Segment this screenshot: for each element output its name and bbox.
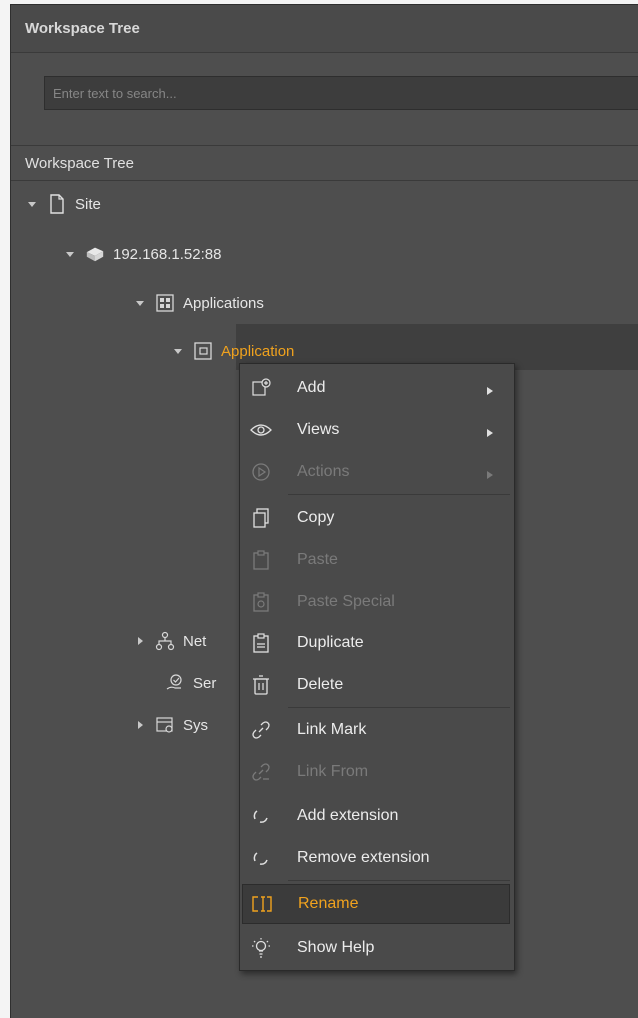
- submenu-arrow-icon: [486, 425, 494, 443]
- menu-item-duplicate[interactable]: Duplicate: [240, 623, 514, 663]
- services-icon: [165, 673, 185, 693]
- extension-icon: [250, 847, 272, 869]
- menu-item-label: Views: [297, 421, 340, 438]
- menu-item-link-mark[interactable]: Link Mark: [240, 710, 514, 750]
- link-from-icon: [250, 761, 272, 783]
- tree-item-label: Site: [75, 195, 101, 213]
- menu-item-paste: Paste: [240, 540, 514, 580]
- copy-icon: [250, 507, 272, 529]
- menu-item-copy[interactable]: Copy: [240, 498, 514, 538]
- menu-item-label: Add: [297, 379, 326, 396]
- tree-item-system[interactable]: Sys: [135, 706, 208, 744]
- search-input[interactable]: [44, 76, 638, 110]
- menu-item-label: Show Help: [297, 939, 375, 956]
- tree-item-label: Ser: [193, 674, 217, 692]
- menu-item-label: Link From: [297, 763, 369, 780]
- network-icon: [155, 631, 175, 651]
- menu-item-show-help[interactable]: Show Help: [240, 928, 514, 968]
- workspace-tree-panel: Workspace Tree Workspace Tree Site 192.1…: [10, 4, 638, 1018]
- tree-item-label: Application: [221, 342, 295, 360]
- tree-item-label: 192.168.1.52:88: [113, 245, 222, 263]
- system-icon: [155, 715, 175, 735]
- trash-icon: [250, 674, 272, 696]
- menu-separator: [288, 707, 510, 708]
- menu-item-paste-special: Paste Special: [240, 582, 514, 622]
- play-icon: [250, 461, 272, 483]
- tree-item-site[interactable]: Site: [27, 185, 101, 223]
- expanded-caret-icon[interactable]: [27, 199, 37, 209]
- menu-item-label: Duplicate: [297, 634, 364, 651]
- menu-item-link-from: Link From: [240, 752, 514, 792]
- panel-title: Workspace Tree: [25, 20, 140, 37]
- expanded-caret-icon[interactable]: [173, 346, 183, 356]
- eye-icon: [250, 419, 272, 441]
- menu-item-label: Paste: [297, 551, 338, 568]
- application-icon: [193, 341, 213, 361]
- collapsed-caret-icon[interactable]: [135, 636, 145, 646]
- menu-item-label: Copy: [297, 509, 335, 526]
- menu-item-label: Delete: [297, 676, 344, 693]
- tree-item-device[interactable]: 192.168.1.52:88: [65, 235, 221, 273]
- link-icon: [250, 719, 272, 741]
- server-icon: [85, 244, 105, 264]
- menu-item-delete[interactable]: Delete: [240, 665, 514, 705]
- menu-item-remove-extension[interactable]: Remove extension: [240, 838, 514, 878]
- page-icon: [47, 194, 67, 214]
- tree-column-header: Workspace Tree: [11, 145, 638, 181]
- tree-header-label: Workspace Tree: [25, 155, 134, 172]
- duplicate-icon: [250, 632, 272, 654]
- applications-icon: [155, 293, 175, 313]
- menu-item-views[interactable]: Views: [240, 410, 514, 450]
- tree-item-label: Sys: [183, 716, 209, 734]
- tree-item-label: Applications: [183, 294, 264, 312]
- rename-icon: [251, 893, 273, 915]
- menu-item-rename[interactable]: Rename: [242, 884, 510, 924]
- tree-item-applications[interactable]: Applications: [135, 284, 264, 322]
- panel-header: Workspace Tree: [11, 5, 638, 53]
- submenu-arrow-icon: [486, 467, 494, 485]
- submenu-arrow-icon: [486, 383, 494, 401]
- collapsed-caret-icon[interactable]: [135, 720, 145, 730]
- tree-item-services[interactable]: Ser: [155, 664, 216, 702]
- tree-item-label: Net: [183, 632, 207, 650]
- menu-item-actions: Actions: [240, 452, 514, 492]
- add-icon: [250, 377, 272, 399]
- menu-item-add[interactable]: Add: [240, 368, 514, 408]
- menu-item-label: Remove extension: [297, 849, 430, 866]
- paste-special-icon: [250, 591, 272, 613]
- menu-item-label: Rename: [298, 895, 359, 912]
- menu-item-label: Add extension: [297, 807, 399, 824]
- menu-item-label: Link Mark: [297, 721, 367, 738]
- menu-item-label: Paste Special: [297, 593, 395, 610]
- tree-item-network[interactable]: Net: [135, 622, 206, 660]
- menu-item-label: Actions: [297, 463, 350, 480]
- expanded-caret-icon[interactable]: [65, 249, 75, 259]
- menu-item-add-extension[interactable]: Add extension: [240, 796, 514, 836]
- help-bulb-icon: [250, 937, 272, 959]
- search-area: [11, 53, 638, 145]
- context-menu: Add Views Actions Copy Paste Paste Speci…: [239, 363, 515, 971]
- paste-icon: [250, 549, 272, 571]
- menu-separator: [288, 494, 510, 495]
- expanded-caret-icon[interactable]: [135, 298, 145, 308]
- extension-icon: [250, 805, 272, 827]
- menu-separator: [288, 880, 510, 881]
